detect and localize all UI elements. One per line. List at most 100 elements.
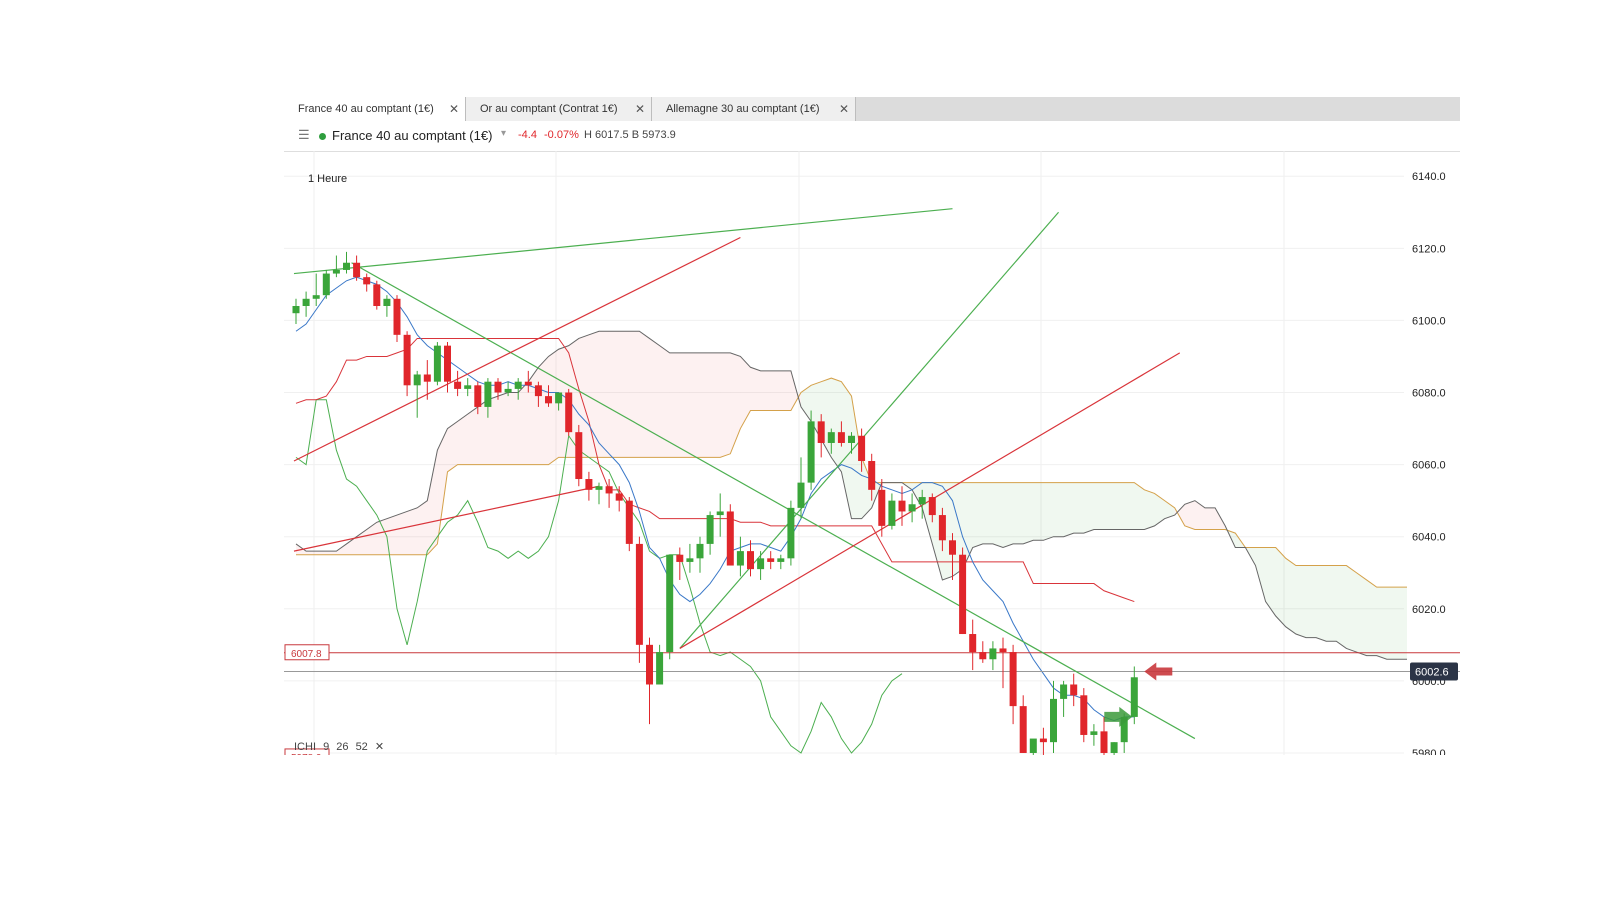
tab-or[interactable]: Or au comptant (Contrat 1€) ✕ xyxy=(466,97,652,121)
candle-up xyxy=(1130,677,1138,717)
candle-up xyxy=(343,262,350,270)
candle-up xyxy=(757,558,765,570)
candle-up xyxy=(807,421,815,483)
cloud-segment xyxy=(1356,572,1367,656)
instrument-name[interactable]: France 40 au comptant (1€) xyxy=(332,128,492,143)
cloud-segment xyxy=(1275,547,1286,627)
remove-indicator-icon[interactable]: ✕ xyxy=(375,741,384,753)
candle-down xyxy=(1070,684,1078,696)
close-icon[interactable]: ✕ xyxy=(449,97,459,121)
candle-up xyxy=(464,385,472,389)
candle-down xyxy=(393,298,401,335)
close-icon[interactable]: ✕ xyxy=(635,97,645,121)
close-icon[interactable]: ✕ xyxy=(839,97,849,121)
candle-up xyxy=(827,432,835,443)
cloud-segment xyxy=(397,511,408,555)
y-tick-label: 6020.0 xyxy=(1412,604,1446,616)
chart-window: France 40 au comptant (1€) ✕ Or au compt… xyxy=(284,97,1460,777)
candle-down xyxy=(646,644,653,685)
candle-up xyxy=(383,298,391,306)
cloud-segment xyxy=(982,482,993,544)
candle-up xyxy=(1090,731,1098,735)
price-change: -4.4 xyxy=(518,129,537,141)
candle-down xyxy=(868,461,876,490)
candle-up xyxy=(666,554,674,653)
cloud-segment xyxy=(376,518,387,555)
cloud-segment xyxy=(972,482,983,548)
candle-up xyxy=(1029,738,1037,753)
cloud-segment xyxy=(366,522,377,555)
tab-bar: France 40 au comptant (1€) ✕ Or au compt… xyxy=(284,97,1460,121)
candle-down xyxy=(605,486,613,494)
cloud-segment xyxy=(326,551,337,555)
indicator-name: ICHI xyxy=(294,741,316,753)
candle-down xyxy=(878,489,886,526)
cloud-segment xyxy=(1124,482,1135,530)
cloud-segment xyxy=(700,352,711,458)
candle-down xyxy=(928,497,936,516)
cloud-segment xyxy=(1013,482,1024,544)
candle-up xyxy=(1110,742,1118,753)
cloud-segment xyxy=(770,370,781,411)
cloud-segment xyxy=(841,381,852,519)
cloud-segment xyxy=(599,331,610,458)
cloud-segment xyxy=(992,482,1003,548)
cloud-segment xyxy=(1366,579,1377,656)
hamburger-icon[interactable]: ☰ xyxy=(298,127,310,143)
y-tick-label: 6040.0 xyxy=(1412,532,1446,544)
candle-down xyxy=(615,493,623,501)
candle-down xyxy=(959,554,967,635)
cloud-segment xyxy=(447,421,458,472)
cloud-segment xyxy=(1033,482,1044,541)
cloud-segment xyxy=(780,370,791,411)
candle-up xyxy=(302,298,310,306)
cloud-segment xyxy=(1104,482,1115,530)
tab-allemagne-30[interactable]: Allemagne 30 au comptant (1€) ✕ xyxy=(652,97,856,121)
candle-down xyxy=(524,381,532,386)
cloud-segment xyxy=(1306,565,1317,638)
candle-down xyxy=(454,381,462,389)
chevron-down-icon[interactable]: ▾ xyxy=(501,128,506,139)
cloud-segment xyxy=(467,406,478,465)
cloud-segment xyxy=(316,551,327,555)
candle-down xyxy=(837,432,845,443)
cloud-segment xyxy=(417,500,428,555)
candle-up xyxy=(1050,698,1057,743)
candle-down xyxy=(565,392,573,433)
cloud-segment xyxy=(1063,482,1074,537)
y-tick-label: 6080.0 xyxy=(1412,388,1446,400)
candle-up xyxy=(706,515,714,544)
tab-france-40[interactable]: France 40 au comptant (1€) ✕ xyxy=(284,97,466,121)
timeframe-label[interactable]: 1 Heure xyxy=(308,173,347,185)
cloud-segment xyxy=(679,352,690,458)
cloud-segment xyxy=(1396,587,1407,660)
cloud-segment xyxy=(407,507,418,555)
tab-label: Or au comptant (Contrat 1€) xyxy=(480,103,618,115)
candle-up xyxy=(433,345,441,382)
candle-down xyxy=(545,396,552,404)
candle-up xyxy=(888,500,896,526)
price-chart[interactable]: 6140.0 6120.0 6100.0 6080.0 6060.0 6040.0 6020… xyxy=(284,151,1460,755)
cloud-segment xyxy=(548,349,559,465)
cloud-segment xyxy=(1023,482,1034,544)
cloud-segment xyxy=(730,352,741,454)
candle-down xyxy=(938,515,946,541)
cloud-segment xyxy=(1285,558,1296,635)
cloud-segment xyxy=(639,331,650,458)
current-price-label: 6002.6 xyxy=(1415,667,1449,679)
cloud-segment xyxy=(1346,565,1357,653)
cloud-segment xyxy=(1144,489,1155,530)
cloud-segment xyxy=(1316,565,1327,642)
indicator-param-2: 26 xyxy=(336,741,349,753)
cloud-segment xyxy=(760,370,771,411)
candle-up xyxy=(989,648,997,660)
cloud-segment xyxy=(1386,587,1397,660)
cloud-segment xyxy=(457,414,468,465)
candle-down xyxy=(575,432,583,480)
cloud-segment xyxy=(1265,547,1276,616)
y-tick-label: 5980.0 xyxy=(1412,748,1446,755)
candle-down xyxy=(423,374,431,382)
candle-down xyxy=(979,652,987,660)
y-tick-label: 6140.0 xyxy=(1412,171,1446,183)
cloud-segment xyxy=(649,338,660,458)
